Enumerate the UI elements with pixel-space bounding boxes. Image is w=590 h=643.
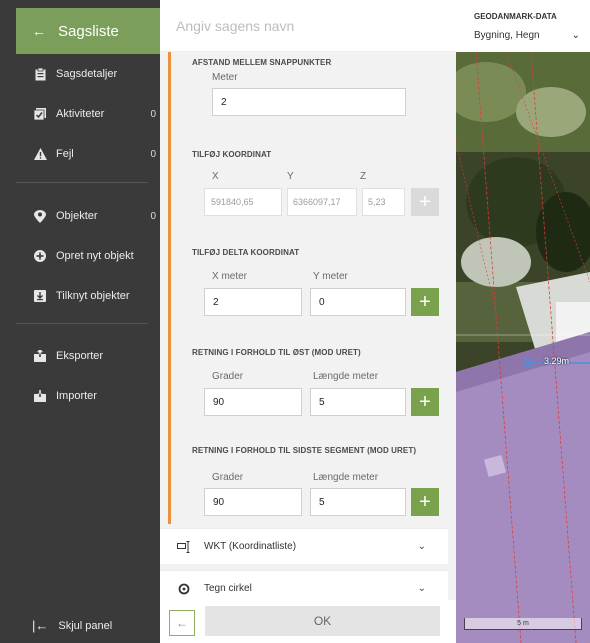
sidebar-item-label: Sagsdetaljer [56, 68, 118, 80]
wkt-list-icon [176, 540, 192, 553]
wkt-accordion[interactable]: WKT (Koordinatliste) ⌄ [160, 528, 448, 564]
app-window: ← Sagsliste Sagsdetaljer Aktiviteter 0 F… [0, 0, 590, 643]
sidebar-item-count: 0 [150, 148, 156, 160]
x-coordinate-input[interactable]: 591840,65 [204, 188, 282, 216]
export-icon [32, 350, 48, 362]
sidebar: ← Sagsliste Sagsdetaljer Aktiviteter 0 F… [0, 0, 160, 643]
geodata-title: GEODANMARK-DATA [474, 12, 557, 21]
sidebar-item-label: Opret nyt objekt [56, 250, 134, 262]
form-scroll-area[interactable]: AFSTAND MELLEM SNAPPUNKTER Meter 2 TILFØ… [160, 52, 456, 606]
distance-label: 3.29m [544, 356, 570, 366]
direction-last-segment-heading: RETNING I FORHOLD TIL SIDSTE SEGMENT (MO… [192, 446, 417, 455]
sidebar-item-objekter[interactable]: Objekter 0 [16, 204, 156, 228]
z-label: Z [360, 171, 367, 182]
snap-meter-label: Meter [212, 72, 238, 83]
sidebar-title: Sagsliste [58, 22, 119, 40]
map-view[interactable]: 3.29m 5 m [456, 52, 590, 643]
chevron-down-icon: ⌄ [417, 583, 426, 594]
sidebar-item-label: Importer [56, 390, 97, 402]
degrees-label: Grader [212, 371, 244, 382]
sidebar-item-sagsdetaljer[interactable]: Sagsdetaljer [16, 62, 156, 86]
collapse-panel-icon: |← [32, 618, 49, 633]
sidebar-item-label: Eksporter [56, 350, 104, 362]
sidebar-divider [16, 182, 148, 183]
chevron-down-icon: ⌄ [417, 541, 426, 552]
map-pin-icon [32, 209, 48, 223]
sidebar-item-importer[interactable]: Importer [16, 384, 156, 408]
length-label: Længde meter [313, 472, 379, 483]
check-list-icon [32, 108, 48, 120]
geodata-selected-value: Bygning, Hegn [474, 30, 540, 41]
snap-heading: AFSTAND MELLEM SNAPPUNKTER [192, 58, 332, 67]
sidebar-item-opret-nyt-objekt[interactable]: Opret nyt objekt [16, 244, 156, 268]
y-coordinate-input[interactable]: 6366097,17 [287, 188, 357, 216]
segment-degrees-input[interactable]: 90 [204, 488, 302, 516]
add-east-direction-button[interactable]: + [411, 388, 439, 416]
sidebar-item-eksporter[interactable]: Eksporter [16, 344, 156, 368]
case-name-input[interactable] [160, 0, 456, 52]
geodata-layer-select[interactable]: Bygning, Hegn ⌄ [474, 30, 580, 41]
warning-icon [32, 148, 48, 160]
chevron-down-icon: ⌄ [571, 30, 580, 41]
direction-east-heading: RETNING I FORHOLD TIL ØST (MOD URET) [192, 348, 361, 357]
sidebar-item-label: Objekter [56, 210, 98, 222]
hide-panel-button[interactable]: |← Skjul panel [16, 618, 112, 633]
add-coordinate-button[interactable]: + [411, 188, 439, 216]
y-label: Y [287, 171, 294, 182]
back-arrow-icon: ← [32, 23, 46, 39]
delta-x-input[interactable]: 2 [204, 288, 302, 316]
z-coordinate-input[interactable]: 5,23 [362, 188, 405, 216]
sidebar-divider [16, 323, 148, 324]
scale-label: 5 m [517, 620, 529, 627]
draw-circle-label: Tegn cirkel [204, 583, 252, 594]
wkt-accordion-label: WKT (Koordinatliste) [204, 541, 297, 552]
sidebar-item-label: Fejl [56, 148, 74, 160]
back-button[interactable]: ← [169, 610, 195, 636]
map-canvas [456, 52, 590, 643]
east-length-input[interactable]: 5 [310, 388, 406, 416]
bottom-action-bar: ← OK [160, 600, 456, 643]
sidebar-item-tilknyt-objekter[interactable]: Tilknyt objekter [16, 284, 156, 308]
sidebar-item-label: Tilknyt objekter [56, 290, 130, 302]
sidebar-item-fejl[interactable]: Fejl 0 [16, 142, 156, 166]
scale-bar: 5 m [464, 618, 582, 630]
geodata-header: GEODANMARK-DATA Bygning, Hegn ⌄ [456, 0, 590, 52]
x-label: X [212, 171, 219, 182]
y-meter-label: Y meter [313, 271, 348, 282]
east-degrees-input[interactable]: 90 [204, 388, 302, 416]
active-section-indicator [168, 52, 171, 524]
circle-draw-icon [176, 583, 192, 595]
add-delta-button[interactable]: + [411, 288, 439, 316]
degrees-label: Grader [212, 472, 244, 483]
x-meter-label: X meter [212, 271, 248, 282]
snap-meter-input[interactable]: 2 [212, 88, 406, 116]
import-icon [32, 390, 48, 402]
sidebar-item-label: Aktiviteter [56, 108, 105, 120]
clipboard-icon [32, 67, 48, 81]
case-list-back-button[interactable]: ← Sagsliste [16, 8, 160, 54]
download-box-icon [32, 290, 48, 302]
add-segment-direction-button[interactable]: + [411, 488, 439, 516]
plus-circle-icon [32, 250, 48, 262]
add-coordinate-heading: TILFØJ KOORDINAT [192, 150, 272, 159]
main-panel: AFSTAND MELLEM SNAPPUNKTER Meter 2 TILFØ… [160, 0, 456, 643]
sidebar-item-count: 0 [150, 108, 156, 120]
sidebar-item-count: 0 [150, 210, 156, 222]
add-delta-heading: TILFØJ DELTA KOORDINAT [192, 248, 300, 257]
hide-panel-label: Skjul panel [58, 619, 113, 632]
length-label: Længde meter [313, 371, 379, 382]
ok-button[interactable]: OK [205, 606, 440, 636]
segment-length-input[interactable]: 5 [310, 488, 406, 516]
delta-y-input[interactable]: 0 [310, 288, 406, 316]
sidebar-item-aktiviteter[interactable]: Aktiviteter 0 [16, 102, 156, 126]
